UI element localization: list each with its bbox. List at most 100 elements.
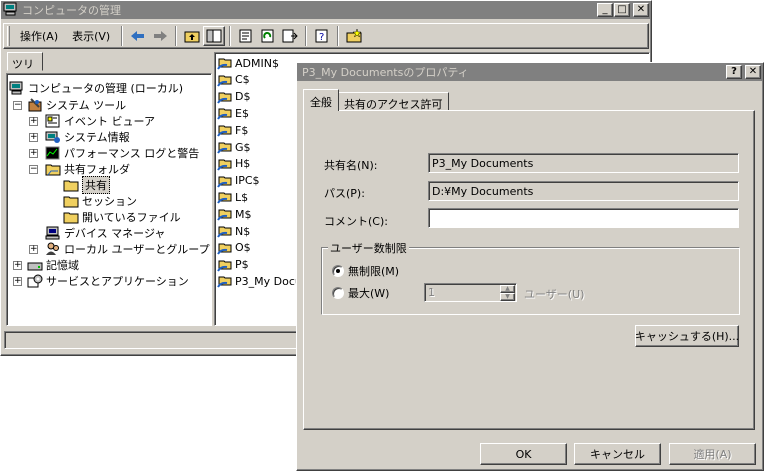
expand-services-apps[interactable]: + bbox=[13, 277, 22, 286]
users-icon bbox=[45, 242, 61, 256]
storage-icon bbox=[27, 258, 43, 272]
menu-action[interactable]: 操作(A) bbox=[13, 26, 65, 46]
forward-button[interactable] bbox=[149, 26, 171, 46]
share-name: IPC$ bbox=[235, 174, 260, 188]
spin-up-arrow: ▲ bbox=[500, 285, 515, 293]
dialog-title: P3_My Documentsのプロパティ bbox=[302, 66, 469, 79]
new-share-button[interactable] bbox=[343, 26, 365, 46]
services-icon bbox=[27, 274, 43, 288]
share-name: O$ bbox=[235, 241, 251, 255]
comment-input[interactable] bbox=[428, 208, 739, 228]
dialog-help-button[interactable]: ? bbox=[726, 65, 742, 79]
share-row[interactable]: O$ bbox=[217, 240, 251, 256]
back-arrow-icon bbox=[131, 31, 145, 41]
tab-tree[interactable]: ツリー bbox=[7, 52, 43, 87]
ok-button[interactable]: OK bbox=[480, 443, 567, 465]
dialog-close-button[interactable]: ✕ bbox=[745, 65, 761, 79]
max-users-stepper: 1 ▲ ▼ bbox=[424, 283, 517, 302]
share-row[interactable]: N$ bbox=[217, 223, 250, 239]
refresh-button[interactable] bbox=[257, 26, 279, 46]
help-icon: ? bbox=[315, 29, 328, 43]
show-tree-button[interactable] bbox=[203, 26, 226, 46]
tools-icon bbox=[27, 98, 43, 112]
tree-item-system-tools[interactable]: システム ツール bbox=[27, 97, 126, 113]
share-row[interactable]: H$ bbox=[217, 156, 250, 172]
minimize-button[interactable]: _ bbox=[597, 3, 613, 17]
share-name: N$ bbox=[235, 224, 251, 238]
path-label: パス(P): bbox=[324, 187, 365, 200]
general-tab-panel: 共有名(N): P3_My Documents パス(P): D:¥My Doc… bbox=[303, 110, 755, 430]
share-name: C$ bbox=[235, 73, 250, 87]
device-manager-icon bbox=[45, 226, 61, 240]
share-name: G$ bbox=[235, 140, 251, 154]
share-row[interactable]: P$ bbox=[217, 257, 249, 273]
event-viewer-icon bbox=[45, 114, 61, 128]
unlimited-radio[interactable]: 無制限(M) bbox=[332, 263, 399, 279]
share-row[interactable]: E$ bbox=[217, 105, 249, 121]
dialog-title-bar[interactable]: P3_My Documentsのプロパティ ? ✕ bbox=[297, 63, 763, 81]
apply-button[interactable]: 適用(A) bbox=[669, 443, 756, 465]
share-name-label: 共有名(N): bbox=[324, 159, 378, 172]
help-button[interactable]: ? bbox=[311, 26, 333, 46]
share-row[interactable]: D$ bbox=[217, 89, 250, 105]
console-tree: コンピュータの管理 (ローカル) − システム ツール + イベント ビューア … bbox=[6, 73, 212, 326]
collapse-shared-folders[interactable]: − bbox=[29, 165, 38, 174]
tree-item-open-files[interactable]: 開いているファイル bbox=[63, 209, 181, 225]
share-name: L$ bbox=[235, 190, 249, 204]
menu-view[interactable]: 表示(V) bbox=[65, 26, 117, 46]
expand-system-info[interactable]: + bbox=[29, 133, 38, 142]
share-row[interactable]: L$ bbox=[217, 189, 248, 205]
share-folder-icon bbox=[217, 123, 233, 137]
share-row[interactable]: IPC$ bbox=[217, 173, 260, 189]
share-folder-icon bbox=[217, 73, 233, 87]
up-level-button[interactable] bbox=[181, 26, 203, 46]
expand-local-users[interactable]: + bbox=[29, 245, 38, 254]
share-row[interactable]: F$ bbox=[217, 122, 248, 138]
tree-item-sessions[interactable]: セッション bbox=[63, 193, 137, 209]
export-list-button[interactable] bbox=[279, 26, 301, 46]
shared-folder-icon bbox=[45, 162, 61, 176]
share-folder-icon bbox=[217, 106, 233, 120]
tree-item-local-users[interactable]: ローカル ユーザーとグループ bbox=[45, 241, 210, 257]
tab-share-permissions[interactable]: 共有のアクセス許可 bbox=[337, 92, 450, 111]
share-properties-dialog: P3_My Documentsのプロパティ ? ✕ 全般 共有のアクセス許可 共… bbox=[296, 62, 764, 471]
tree-item-services-apps[interactable]: サービスとアプリケーション bbox=[27, 273, 189, 289]
expand-performance-logs[interactable]: + bbox=[29, 149, 38, 158]
tree-item-storage[interactable]: 記憶域 bbox=[27, 257, 79, 273]
tree-item-performance-logs[interactable]: パフォーマンス ログと警告 bbox=[45, 145, 199, 161]
share-row[interactable]: M$ bbox=[217, 206, 252, 222]
share-name: P$ bbox=[235, 258, 249, 272]
unlimited-label: 無制限(M) bbox=[348, 265, 400, 278]
tree-item-shares[interactable]: 共有 bbox=[63, 176, 110, 194]
share-name: H$ bbox=[235, 157, 251, 171]
share-row[interactable]: G$ bbox=[217, 139, 251, 155]
tree-item-event-viewer[interactable]: イベント ビューア bbox=[45, 113, 155, 129]
mmc-title-bar[interactable]: コンピュータの管理 _ □ ✕ bbox=[1, 1, 651, 19]
close-button[interactable]: ✕ bbox=[633, 3, 649, 17]
tree-item-computer-management[interactable]: コンピュータの管理 (ローカル) bbox=[9, 80, 183, 96]
forward-arrow-icon bbox=[154, 31, 168, 41]
max-label: 最大(W) bbox=[348, 287, 390, 300]
system-info-icon bbox=[45, 130, 61, 144]
dialog-tabs: 全般 共有のアクセス許可 bbox=[303, 89, 450, 111]
collapse-system-tools[interactable]: − bbox=[13, 101, 22, 110]
tab-general[interactable]: 全般 bbox=[303, 89, 339, 111]
back-button[interactable] bbox=[127, 26, 149, 46]
share-folder-icon bbox=[217, 157, 233, 171]
tree-item-device-manager[interactable]: デバイス マネージャ bbox=[45, 225, 165, 241]
share-row[interactable]: C$ bbox=[217, 72, 250, 88]
properties-button[interactable] bbox=[235, 26, 257, 46]
cancel-button[interactable]: キャンセル bbox=[574, 443, 661, 465]
cache-button[interactable]: キャッシュする(H)... bbox=[635, 325, 739, 347]
mmc-title: コンピュータの管理 bbox=[22, 4, 121, 17]
tree-item-shared-folders[interactable]: 共有フォルダ bbox=[45, 161, 130, 177]
maximize-button[interactable]: □ bbox=[614, 3, 630, 17]
max-users-radio[interactable]: 最大(W) bbox=[332, 285, 389, 301]
expand-storage[interactable]: + bbox=[13, 261, 22, 270]
tree-item-system-info[interactable]: システム情報 bbox=[45, 129, 130, 145]
comment-label: コメント(C): bbox=[324, 215, 388, 228]
export-list-icon bbox=[282, 29, 298, 43]
folder-icon bbox=[63, 178, 79, 192]
expand-event-viewer[interactable]: + bbox=[29, 117, 38, 126]
share-row[interactable]: ADMIN$ bbox=[217, 55, 279, 71]
